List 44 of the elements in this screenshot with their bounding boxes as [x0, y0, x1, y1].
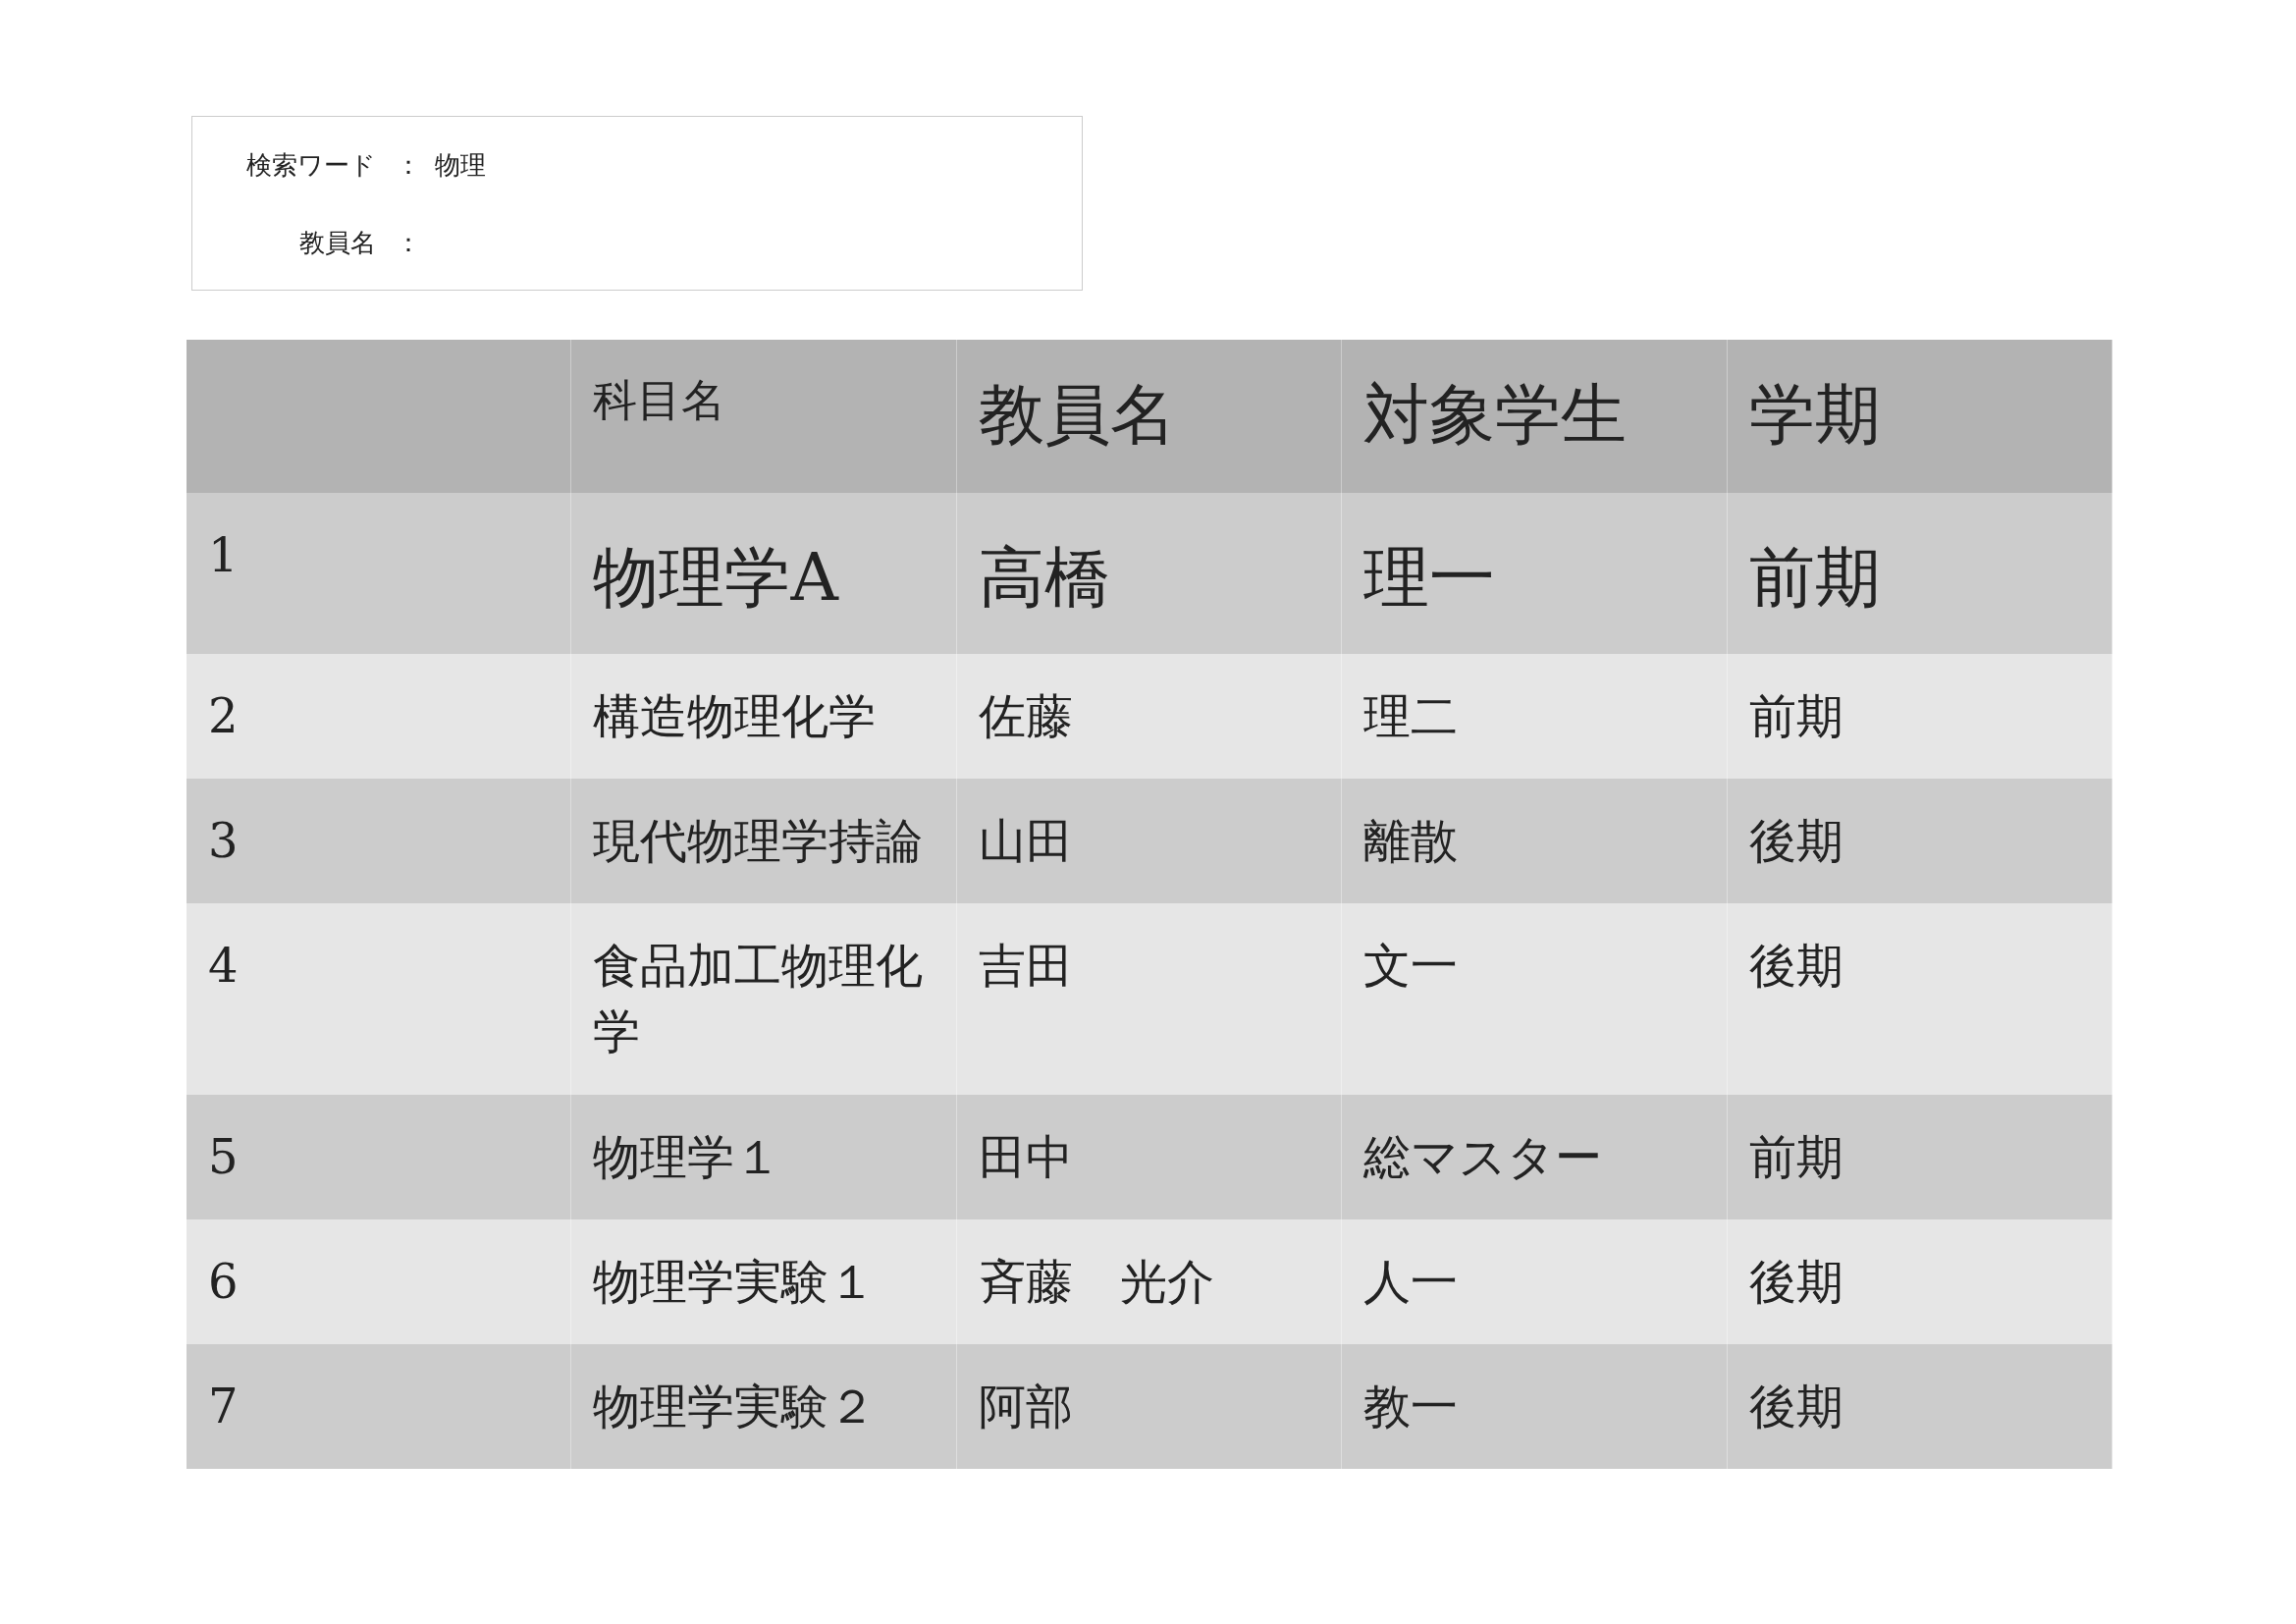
column-header: 対象学生: [1342, 340, 1728, 493]
table-cell: 前期: [1727, 1094, 2112, 1219]
table-cell: 構造物理化学: [571, 653, 957, 779]
table-cell: 物理学実験１: [571, 1218, 957, 1344]
table-cell: 吉田: [956, 903, 1343, 1095]
table-cell: 離散: [1342, 779, 1728, 904]
colon: ：: [396, 227, 422, 259]
field-label: 検索ワード: [245, 149, 377, 182]
table-cell: 前期: [1727, 653, 2112, 779]
colon: ：: [396, 149, 422, 182]
table-cell: 物理学１: [571, 1094, 957, 1219]
table-cell: 理一: [1342, 493, 1728, 654]
table-cell: 高橋: [956, 493, 1343, 654]
table-cell: 文一: [1342, 903, 1728, 1095]
row-number: 2: [187, 653, 572, 779]
table-cell: 理二: [1342, 653, 1728, 779]
table-cell: 物理学A: [571, 493, 957, 654]
table-cell: 後期: [1727, 779, 2112, 904]
table-cell: 物理学実験２: [571, 1343, 957, 1470]
table-cell: 人一: [1342, 1218, 1728, 1344]
table-cell: 後期: [1727, 1343, 2112, 1470]
table-cell: 斉藤 光介: [956, 1218, 1343, 1344]
table-cell: 教一: [1342, 1343, 1728, 1470]
table-cell: 後期: [1727, 1218, 2112, 1344]
row-number: 3: [187, 779, 572, 904]
table-cell: 総マスター: [1342, 1094, 1728, 1219]
column-header: 学期: [1727, 340, 2112, 493]
row-number: 1: [187, 493, 572, 654]
table-cell: 前期: [1727, 493, 2112, 654]
table-cell: 阿部: [956, 1343, 1343, 1470]
table-cell: 食品加工物理化学: [571, 903, 957, 1095]
table-cell: 後期: [1727, 903, 2112, 1095]
table-cell: 佐藤: [956, 653, 1343, 779]
table-cell: 現代物理学持論: [571, 779, 957, 904]
field-label: 教員名: [298, 227, 377, 259]
field-value[interactable]: 物理: [435, 146, 1060, 185]
row-number: 6: [187, 1218, 572, 1344]
column-header: 教員名: [956, 340, 1343, 493]
row-number: 4: [187, 903, 572, 1095]
table-cell: 田中: [956, 1094, 1343, 1219]
column-header: 科目名: [571, 340, 957, 493]
row-number: 7: [187, 1343, 572, 1470]
table-cell: 山田: [956, 779, 1343, 904]
row-number: 5: [187, 1094, 572, 1219]
